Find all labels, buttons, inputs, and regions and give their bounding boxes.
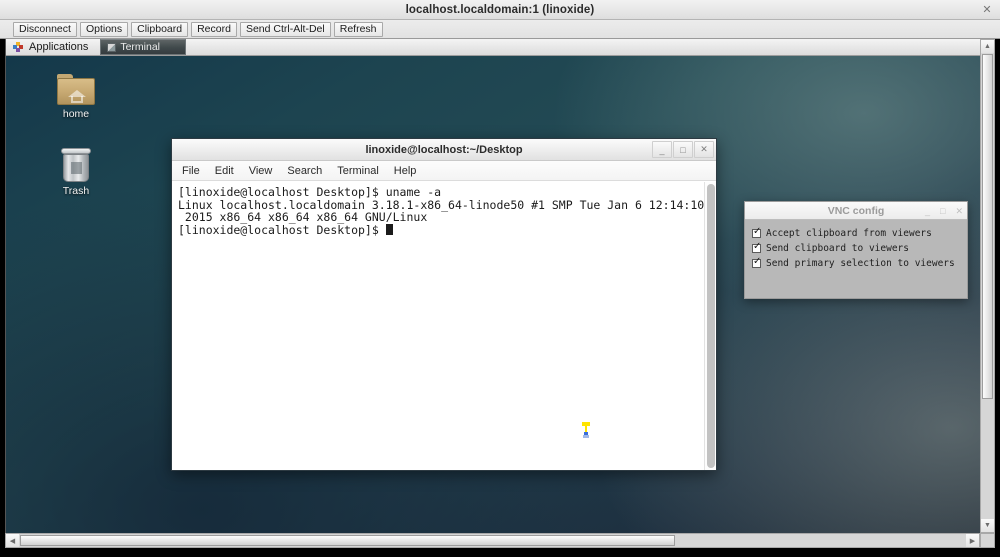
send-ctrl-alt-del-button[interactable]: Send Ctrl-Alt-Del [240,22,331,37]
horizontal-scrollbar-thumb[interactable] [20,535,675,546]
terminal-window-buttons: _ □ ✕ [652,141,714,158]
scrollbar-corner [980,533,995,548]
terminal-menubar: File Edit View Search Terminal Help [172,161,716,181]
applications-menu[interactable]: Applications [6,39,96,56]
menu-file[interactable]: File [182,165,200,177]
clipboard-button[interactable]: Clipboard [131,22,188,37]
horizontal-scrollbar[interactable]: ◀ ▶ [5,533,980,548]
window-title: localhost.localdomain:1 (linoxide) [406,4,595,16]
option-send-primary-selection[interactable]: Send primary selection to viewers [752,256,967,271]
viewer-toolbar: Disconnect Options Clipboard Record Send… [0,20,1000,39]
terminal-titlebar: linoxide@localhost:~/Desktop _ □ ✕ [172,139,716,161]
terminal-prompt: [linoxide@localhost Desktop]$ [178,223,386,237]
option-label: Send primary selection to viewers [766,258,955,269]
menu-terminal[interactable]: Terminal [337,165,379,177]
applications-label: Applications [29,41,88,53]
terminal-output-area[interactable]: [linoxide@localhost Desktop]$ uname -a L… [172,182,716,470]
desktop-icon-label: home [63,108,89,120]
checkbox-icon[interactable] [752,259,761,268]
scroll-down-icon[interactable]: ▼ [981,519,994,532]
menu-search[interactable]: Search [287,165,322,177]
window-titlebar: localhost.localdomain:1 (linoxide) ✕ [0,0,1000,20]
desktop-icon-label: Trash [63,185,89,197]
refresh-button[interactable]: Refresh [334,22,383,37]
close-icon[interactable]: ✕ [980,3,994,17]
trash-icon [60,148,92,182]
taskbar-item-label: Terminal [120,41,160,53]
minimize-icon[interactable]: _ [652,141,672,158]
option-label: Send clipboard to viewers [766,243,909,254]
terminal-title: linoxide@localhost:~/Desktop [365,144,522,156]
scroll-right-icon[interactable]: ▶ [966,534,979,547]
mouse-ibeam-cursor [582,422,590,439]
terminal-icon [107,43,116,52]
vertical-scrollbar-thumb[interactable] [982,54,993,399]
minimize-icon[interactable]: _ [925,206,930,216]
scroll-left-icon[interactable]: ◀ [6,534,19,547]
folder-home-icon [57,74,95,105]
option-label: Accept clipboard from viewers [766,228,932,239]
taskbar-item-terminal[interactable]: Terminal [100,39,186,55]
vnc-config-title: VNC config [828,205,885,217]
vnc-config-window-buttons: _ □ ✕ [925,202,963,220]
terminal-cursor [386,224,393,235]
option-send-clipboard[interactable]: Send clipboard to viewers [752,241,967,256]
options-button[interactable]: Options [80,22,128,37]
record-button[interactable]: Record [191,22,237,37]
vnc-config-options: Accept clipboard from viewers Send clipb… [745,220,967,271]
maximize-icon[interactable]: □ [673,141,693,158]
desktop-wallpaper[interactable]: home Trash linoxide@localhost:~/Desktop … [6,56,980,533]
desktop-panel: Applications Terminal [6,39,980,56]
remote-desktop-area[interactable]: Applications Terminal home [5,39,980,533]
option-accept-clipboard[interactable]: Accept clipboard from viewers [752,226,967,241]
checkbox-icon[interactable] [752,229,761,238]
terminal-text: [linoxide@localhost Desktop]$ uname -a L… [172,182,716,240]
close-icon[interactable]: ✕ [694,141,714,158]
desktop-icon-home[interactable]: home [39,74,113,120]
vnc-viewer-window: localhost.localdomain:1 (linoxide) ✕ Dis… [0,0,1000,557]
terminal-scrollbar-thumb[interactable] [707,184,715,468]
vnc-config-titlebar: VNC config _ □ ✕ [745,202,967,220]
close-icon[interactable]: ✕ [955,206,963,217]
menu-help[interactable]: Help [394,165,417,177]
vnc-config-dialog[interactable]: VNC config _ □ ✕ Accept clipboard from v… [744,201,968,299]
terminal-window[interactable]: linoxide@localhost:~/Desktop _ □ ✕ File … [171,138,717,471]
applications-logo-icon [13,42,24,53]
desktop-icon-trash[interactable]: Trash [39,148,113,197]
maximize-icon[interactable]: □ [940,206,945,216]
vertical-scrollbar[interactable]: ▲ ▼ [980,39,995,533]
terminal-scrollbar[interactable] [704,182,716,470]
checkbox-icon[interactable] [752,244,761,253]
menu-edit[interactable]: Edit [215,165,234,177]
scroll-up-icon[interactable]: ▲ [981,40,994,53]
menu-view[interactable]: View [249,165,273,177]
disconnect-button[interactable]: Disconnect [13,22,77,37]
taskbar: Terminal [100,39,186,56]
